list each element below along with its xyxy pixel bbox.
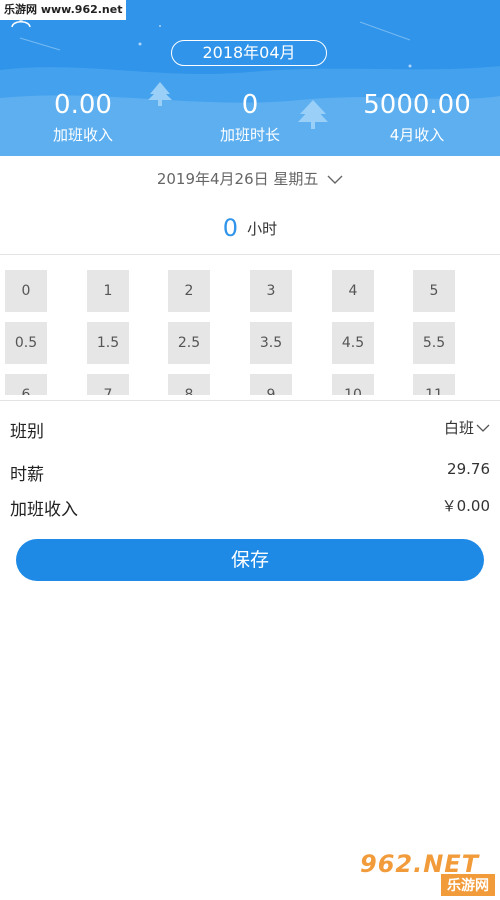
hour-options-grid[interactable]: 0 1 2 3 4 5 0.5 1.5 2.5 3.5 4.5 5.5 6 7 … [0,255,500,395]
hour-option[interactable]: 0.5 [5,322,47,364]
hour-option[interactable]: 4 [332,270,374,312]
shift-value: 白班 [443,419,474,437]
header-banner: 乐游网 www.962.net 2018年04月 0.00 加班收入 0 加班时… [0,0,500,156]
wage-value: 29.76 [447,460,490,478]
income-value: ￥0.00 [441,497,490,515]
stat-monthly-income: 5000.00 4月收入 [337,90,497,145]
shift-label: 班别 [10,422,44,442]
hour-option[interactable]: 0 [5,270,47,312]
hour-option[interactable]: 5 [413,270,455,312]
shift-row: 班别 白班 [10,417,490,442]
hour-option[interactable]: 4.5 [332,322,374,364]
hour-option[interactable]: 3 [250,270,292,312]
chevron-down-icon [327,175,343,184]
date-text: 2019年4月26日 星期五 [156,170,319,188]
hourly-wage-row: 时薪 29.76 [10,460,490,485]
site-logo: 962.NET 乐游网 [360,850,495,896]
date-selector[interactable]: 2019年4月26日 星期五 [0,168,500,189]
hour-option[interactable]: 5.5 [413,322,455,364]
hour-option[interactable]: 2.5 [168,322,210,364]
hour-option[interactable]: 1 [87,270,129,312]
month-selector[interactable]: 2018年04月 [171,40,327,66]
stat-value: 5000.00 [363,90,471,120]
stat-label: 加班时长 [219,126,280,144]
chevron-down-icon [476,424,490,432]
hour-option[interactable]: 10 [332,374,374,395]
hours-value: 0 [222,214,239,242]
stat-value: 0.00 [54,90,112,120]
stat-label: 加班收入 [52,126,113,144]
stat-overtime-hours: 0 加班时长 [170,90,330,145]
avatar-icon[interactable] [10,14,32,28]
stat-label: 4月收入 [389,126,445,144]
hour-option[interactable]: 7 [87,374,129,395]
hours-display: 0 小时 [0,214,500,242]
hour-option[interactable]: 6 [5,374,47,395]
divider [0,400,500,401]
hours-unit: 小时 [247,219,278,238]
hour-option[interactable]: 1.5 [87,322,129,364]
income-label: 加班收入 [10,500,78,520]
hour-option[interactable]: 11 [413,374,455,395]
stat-overtime-income: 0.00 加班收入 [3,90,163,145]
hour-option[interactable]: 3.5 [250,322,292,364]
logo-subtext: 乐游网 [441,874,495,896]
wage-label: 时薪 [10,465,44,485]
hour-option[interactable]: 2 [168,270,210,312]
overtime-income-row: 加班收入 ￥0.00 [10,495,490,520]
hour-option[interactable]: 9 [250,374,292,395]
save-button[interactable]: 保存 [16,539,484,581]
stat-value: 0 [241,90,259,120]
shift-selector[interactable]: 白班 [444,417,490,438]
hour-option[interactable]: 8 [168,374,210,395]
